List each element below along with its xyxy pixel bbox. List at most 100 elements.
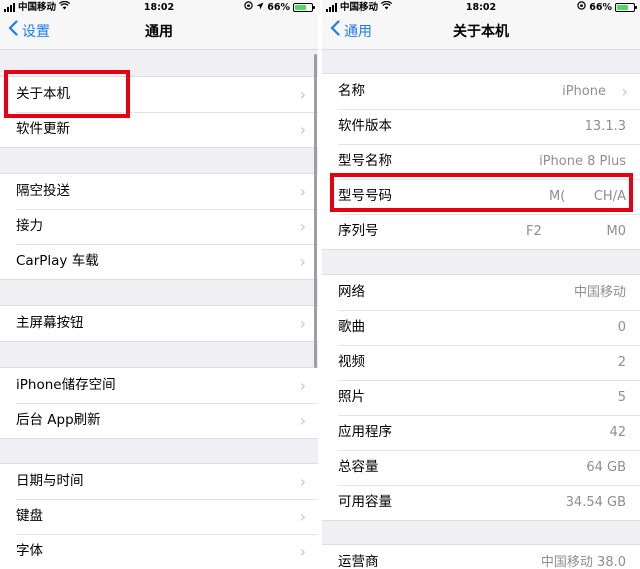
row-date-time[interactable]: 日期与时间 ›	[0, 464, 318, 499]
row-network: 网络 中国移动	[322, 275, 640, 310]
nav-bar: 设置 通用	[0, 15, 318, 50]
chevron-right-icon: ›	[299, 217, 306, 236]
row-value-start: F2	[526, 224, 542, 239]
battery-percent: 66%	[267, 2, 290, 13]
row-label: 日期与时间	[16, 473, 84, 489]
chevron-right-icon: ›	[299, 85, 306, 104]
row-label: 应用程序	[338, 424, 392, 440]
row-value: 42	[609, 425, 626, 440]
row-label: 字体	[16, 543, 43, 559]
row-label: 隔空投送	[16, 183, 70, 199]
orientation-lock-icon	[244, 0, 253, 15]
row-value: 0	[617, 320, 626, 335]
screenshot-pair: 中国移动 18:02 66% 设置 通用 关于本机 › 软件更新 › 隔空投送 …	[0, 0, 640, 569]
row-value: 64 GB	[586, 460, 626, 475]
row-value-start: M(	[549, 189, 566, 204]
row-label: 名称	[338, 83, 365, 99]
scrollbar[interactable]	[314, 54, 317, 368]
row-label: 运营商	[338, 554, 379, 569]
row-label: 主屏幕按钮	[16, 315, 84, 331]
chevron-right-icon: ›	[299, 472, 306, 491]
settings-group-3: 主屏幕按钮 ›	[0, 305, 318, 342]
row-capacity: 总容量 64 GB	[322, 450, 640, 485]
row-label: 软件版本	[338, 118, 392, 134]
row-label: 歌曲	[338, 319, 365, 335]
row-value-end: CH/A	[593, 189, 626, 204]
row-label: 型号号码	[338, 188, 392, 204]
row-label: iPhone储存空间	[16, 377, 116, 393]
status-bar: 中国移动 18:02 66%	[0, 0, 318, 15]
settings-group-2: 隔空投送 › 接力 › CarPlay 车载 ›	[0, 173, 318, 280]
chevron-right-icon: ›	[299, 252, 306, 271]
row-label: 照片	[338, 389, 365, 405]
settings-group-1: 关于本机 › 软件更新 ›	[0, 76, 318, 148]
row-value: 中国移动	[573, 285, 626, 300]
row-label: 接力	[16, 218, 43, 234]
row-value: iPhone 8 Plus	[539, 154, 626, 169]
battery-icon	[615, 3, 637, 12]
about-group-1: 名称 iPhone › 软件版本 13.1.3 型号名称 iPhone 8 Pl…	[322, 73, 640, 250]
row-software-version: 软件版本 13.1.3	[322, 109, 640, 144]
chevron-right-icon: ›	[299, 182, 306, 201]
general-settings-screen: 中国移动 18:02 66% 设置 通用 关于本机 › 软件更新 › 隔空投送 …	[0, 0, 318, 569]
row-apps: 应用程序 42	[322, 415, 640, 450]
row-carplay[interactable]: CarPlay 车载 ›	[0, 244, 318, 279]
row-iphone-storage[interactable]: iPhone储存空间 ›	[0, 368, 318, 403]
row-name[interactable]: 名称 iPhone ›	[322, 74, 640, 109]
row-value: 中国移动 38.0	[540, 555, 626, 569]
settings-group-5: 日期与时间 › 键盘 › 字体 ›	[0, 463, 318, 569]
row-label: 关于本机	[16, 86, 70, 102]
row-photos: 照片 5	[322, 380, 640, 415]
row-home-button[interactable]: 主屏幕按钮 ›	[0, 306, 318, 341]
battery-icon	[293, 3, 315, 12]
row-serial-number: 序列号 F2 M0	[322, 214, 640, 249]
row-value: 5	[617, 390, 626, 405]
row-available: 可用容量 34.54 GB	[322, 485, 640, 520]
row-carrier: 运营商 中国移动 38.0	[322, 545, 640, 569]
row-software-update[interactable]: 软件更新 ›	[0, 112, 318, 147]
nav-bar: 通用 关于本机	[322, 15, 640, 50]
row-label: 后台 App刷新	[16, 412, 101, 428]
row-value: 2	[617, 355, 626, 370]
about-group-3: 运营商 中国移动 38.0	[322, 544, 640, 569]
row-label: 序列号	[338, 223, 379, 239]
chevron-right-icon: ›	[299, 507, 306, 526]
row-model-number[interactable]: 型号号码 M( CH/A	[322, 179, 640, 214]
row-background-refresh[interactable]: 后台 App刷新 ›	[0, 403, 318, 438]
row-value: 34.54 GB	[565, 495, 626, 510]
row-songs: 歌曲 0	[322, 310, 640, 345]
row-value-end: M0	[606, 224, 627, 239]
chevron-right-icon: ›	[621, 82, 628, 101]
battery-percent: 66%	[589, 2, 612, 13]
chevron-right-icon: ›	[299, 314, 306, 333]
row-model-name: 型号名称 iPhone 8 Plus	[322, 144, 640, 179]
orientation-lock-icon	[577, 0, 586, 15]
page-title: 关于本机	[453, 24, 509, 40]
status-bar: 中国移动 18:02 66%	[322, 0, 640, 15]
chevron-right-icon: ›	[299, 411, 306, 430]
about-group-2: 网络 中国移动 歌曲 0 视频 2 照片 5 应用程序 42 总容量 64 GB 可用容量 3…	[322, 274, 640, 521]
about-screen: 中国移动 18:02 66% 通用 关于本机 名称 iPhone › 软件版本 …	[322, 0, 640, 569]
row-about[interactable]: 关于本机 ›	[0, 77, 318, 112]
row-label: 软件更新	[16, 121, 70, 137]
location-icon	[256, 0, 264, 15]
row-label: 可用容量	[338, 494, 392, 510]
row-label: 网络	[338, 284, 365, 300]
row-label: CarPlay 车载	[16, 253, 99, 269]
row-videos: 视频 2	[322, 345, 640, 380]
row-airdrop[interactable]: 隔空投送 ›	[0, 174, 318, 209]
row-label: 型号名称	[338, 153, 392, 169]
row-label: 视频	[338, 354, 365, 370]
row-handoff[interactable]: 接力 ›	[0, 209, 318, 244]
row-value: iPhone	[562, 84, 606, 99]
row-label: 键盘	[16, 508, 43, 524]
page-title: 通用	[145, 24, 173, 40]
row-keyboard[interactable]: 键盘 ›	[0, 499, 318, 534]
row-fonts[interactable]: 字体 ›	[0, 534, 318, 569]
settings-group-4: iPhone储存空间 › 后台 App刷新 ›	[0, 367, 318, 439]
row-value: 13.1.3	[584, 119, 626, 134]
row-label: 总容量	[338, 459, 379, 475]
chevron-right-icon: ›	[299, 376, 306, 395]
chevron-right-icon: ›	[299, 542, 306, 561]
status-right: 66%	[244, 0, 315, 15]
